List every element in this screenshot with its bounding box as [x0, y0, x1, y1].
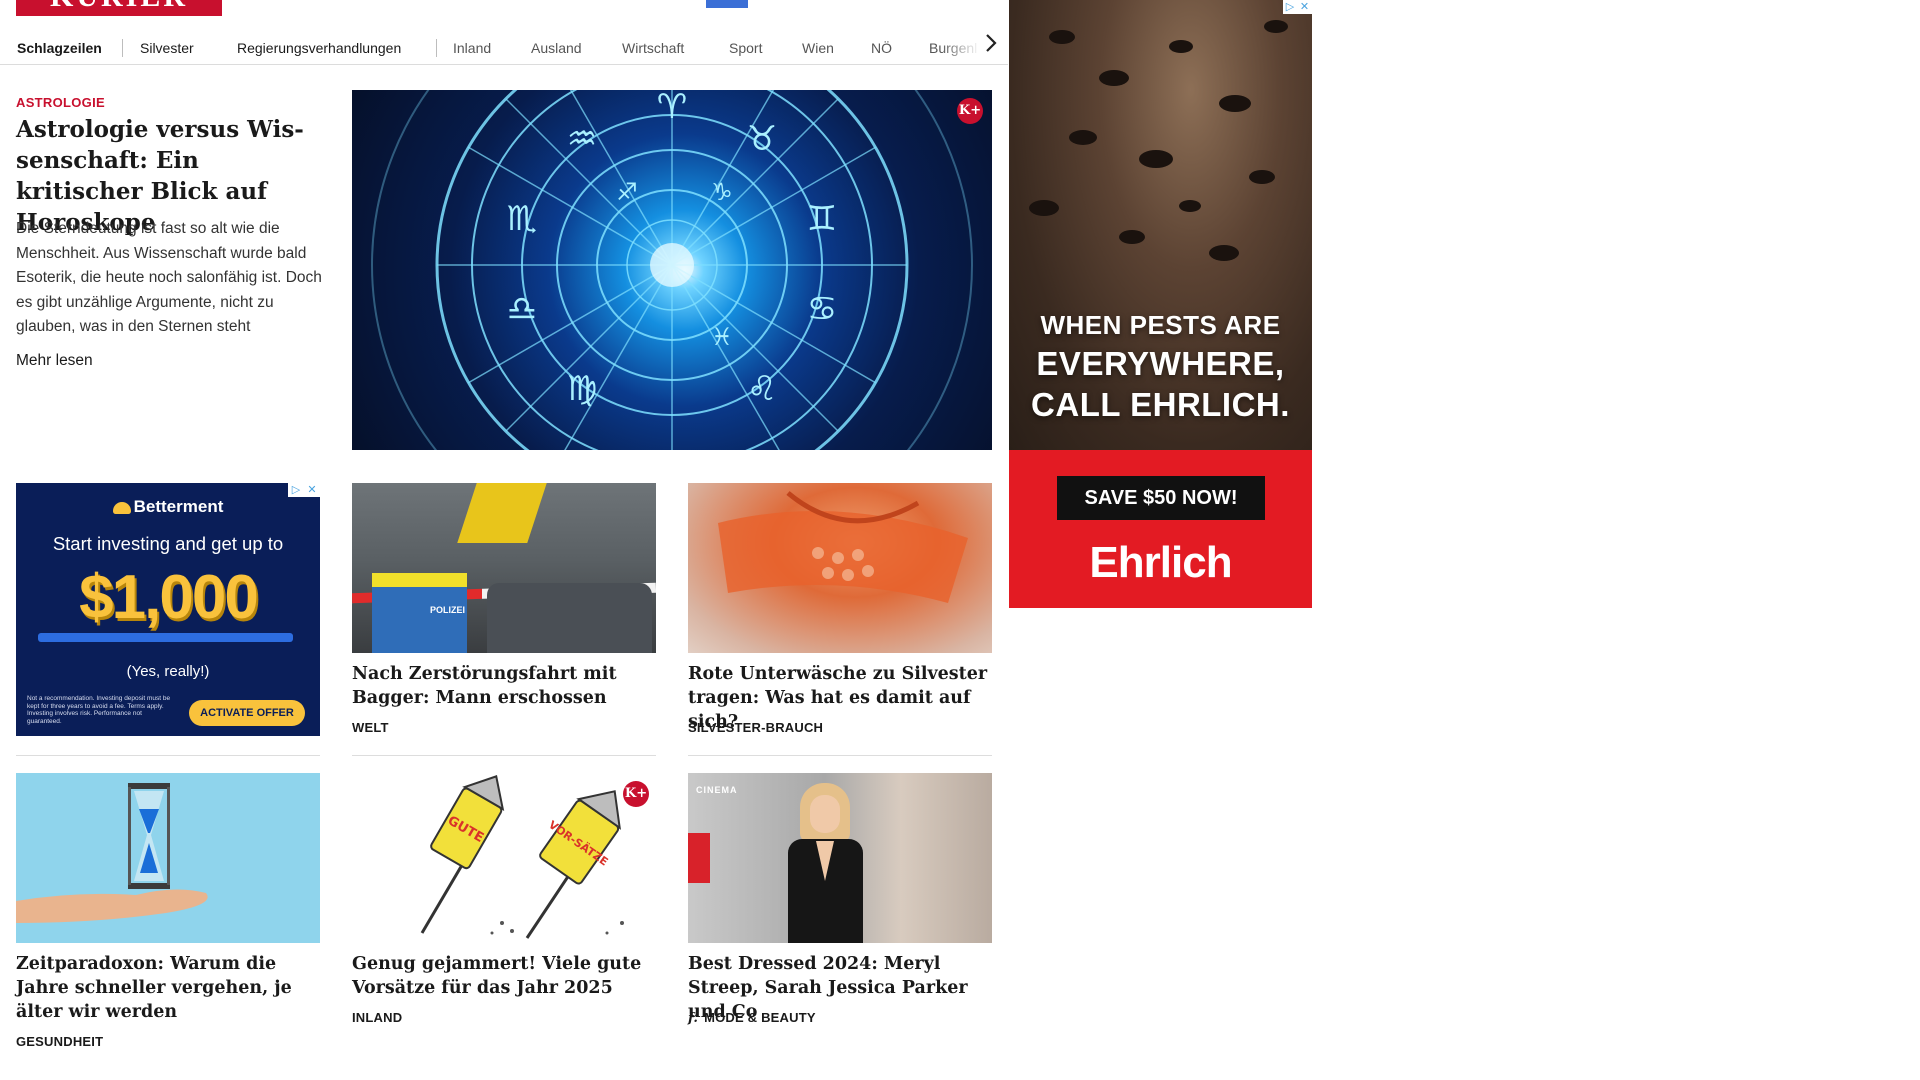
svg-text:♈: ♈	[657, 90, 687, 127]
nav-scroll-right-icon[interactable]	[976, 32, 1006, 62]
site-logo[interactable]: KURIER	[16, 0, 222, 16]
ant-shape	[1219, 95, 1251, 112]
ant-shape	[1119, 230, 1145, 244]
lead-kicker[interactable]: ASTROLOGIE	[16, 95, 105, 110]
ant-shape	[1069, 130, 1097, 145]
adchoices-icon[interactable]: ▷	[288, 483, 304, 497]
activate-offer-button[interactable]: ACTIVATE OFFER	[189, 700, 305, 726]
nav-item-inland[interactable]: Inland	[453, 40, 491, 56]
ant-shape	[1029, 200, 1059, 216]
svg-text:♏: ♏	[507, 199, 537, 239]
cinema-backdrop-text: CINEMA	[696, 785, 738, 795]
hourglass-hand-graphic	[16, 783, 208, 923]
excavator-shape	[457, 483, 547, 543]
nav-separator	[436, 39, 437, 57]
nav-item-regierungsverhandlungen[interactable]: Regierungsverhandlungen	[237, 40, 401, 56]
svg-text:♐: ♐	[616, 178, 638, 206]
svg-text:♍: ♍	[567, 369, 597, 409]
ad-ehrlich[interactable]: ▷ ✕ WHEN PESTS ARE EVERYWHERE, CALL EHRL…	[1009, 0, 1312, 608]
rockets-graphic: GUTE VOR-SÄTZE	[420, 775, 624, 939]
read-more-link[interactable]: Mehr lesen	[16, 352, 93, 370]
betterment-amount: $1,000	[79, 563, 259, 632]
nav-item-ausland[interactable]: Ausland	[531, 40, 582, 56]
ad-close-icon[interactable]: ✕	[1297, 0, 1312, 14]
car-shape	[487, 583, 652, 653]
betterment-platform-bar	[38, 633, 293, 642]
card-category-mode-beauty[interactable]: f. MODE & BEAUTY	[688, 1010, 816, 1026]
card-category-silvester-brauch[interactable]: SILVESTER-BRAUCH	[688, 720, 823, 735]
person-face-shape	[810, 795, 840, 833]
card-title-vorsaetze[interactable]: Genug gejammert! Viele gute Vor­sätze fü…	[352, 952, 656, 1000]
nav-fade	[940, 36, 980, 62]
betterment-fine-print: Not a recommendation. Investing deposit …	[27, 695, 171, 725]
ad-close-icon[interactable]: ✕	[304, 483, 320, 497]
divider	[16, 755, 320, 756]
betterment-headline: Start investing and get up to	[52, 533, 284, 554]
card-image-best-dressed[interactable]: CINEMA	[688, 773, 992, 943]
category-nav: Schlagzeilen Silvester Regierungsverhand…	[0, 26, 1008, 65]
svg-text:♊: ♊	[807, 199, 837, 239]
nav-separator	[122, 39, 123, 57]
card-title-zeitparadoxon[interactable]: Zeitparadoxon: Warum die Jahre schneller…	[16, 952, 320, 1024]
ant-shape	[1249, 170, 1275, 184]
svg-text:♋: ♋	[807, 289, 837, 329]
premium-badge-icon: K+	[623, 781, 649, 807]
fashion-logo-icon: f.	[688, 1011, 699, 1026]
ant-shape	[1209, 245, 1239, 261]
divider	[352, 755, 656, 756]
ad-line-3: CALL EHRLICH.	[1031, 386, 1290, 423]
nav-item-sport[interactable]: Sport	[729, 40, 762, 56]
card-image-hourglass[interactable]	[16, 773, 320, 943]
police-label: POLIZEI	[430, 605, 466, 615]
lace-graphic	[718, 491, 968, 603]
svg-text:♌: ♌	[747, 369, 777, 409]
card-image-red-lingerie[interactable]	[688, 483, 992, 653]
svg-text:♉: ♉	[747, 119, 777, 159]
zodiac-wheel-graphic: ♈ ♉ ♊ ♋ ♌ ♍ ♎ ♏ ♒ ♐ ♑ ♓	[371, 90, 973, 450]
ant-shape	[1179, 200, 1201, 212]
ant-shape	[1099, 70, 1129, 86]
lead-image-zodiac[interactable]: ♈ ♉ ♊ ♋ ♌ ♍ ♎ ♏ ♒ ♐ ♑ ♓ K+	[352, 90, 992, 450]
betterment-sub: (Yes, really!)	[126, 663, 210, 680]
nav-item-wien[interactable]: Wien	[802, 40, 834, 56]
red-backdrop-shape	[688, 833, 710, 883]
ant-shape	[1169, 40, 1193, 53]
ehrlich-logo: Ehrlich	[1089, 538, 1232, 587]
nav-item-schlagzeilen[interactable]: Schlagzeilen	[17, 40, 102, 56]
card-image-vorsaetze[interactable]: GUTE VOR-SÄTZE K+	[352, 773, 656, 943]
ad-betterment[interactable]: ▷ ✕ Betterment Start investing and get u…	[16, 483, 320, 736]
svg-text:♑: ♑	[711, 178, 733, 206]
header-blue-marker	[706, 0, 748, 8]
nav-item-noe[interactable]: NÖ	[871, 40, 892, 56]
divider	[688, 755, 992, 756]
premium-badge-icon: K+	[957, 98, 983, 124]
card-category-inland[interactable]: INLAND	[352, 1010, 402, 1025]
nav-item-silvester[interactable]: Silvester	[140, 40, 194, 56]
ant-shape	[1264, 20, 1288, 33]
save-50-button[interactable]: SAVE $50 NOW!	[1057, 476, 1265, 520]
card-category-welt[interactable]: WELT	[352, 720, 389, 735]
ad-line-1: WHEN PESTS ARE	[1040, 310, 1281, 340]
svg-text:♎: ♎	[507, 289, 537, 329]
lead-teaser: Die Sterndeutung ist fast so alt wie die…	[16, 220, 322, 335]
card-image-bagger[interactable]: POLIZEI	[352, 483, 656, 653]
betterment-brand: Betterment	[16, 497, 320, 517]
card-category-gesundheit[interactable]: GESUNDHEIT	[16, 1034, 103, 1049]
betterment-logo-icon	[112, 501, 131, 514]
card-title-bagger[interactable]: Nach Zerstörungsfahrt mit Bagger: Mann e…	[352, 662, 656, 710]
nav-item-wirtschaft[interactable]: Wirtschaft	[622, 40, 684, 56]
ant-shape	[1049, 30, 1075, 44]
svg-text:♓: ♓	[711, 323, 733, 351]
ant-shape	[1139, 150, 1173, 168]
svg-text:♒: ♒	[567, 119, 597, 159]
adchoices-icon[interactable]: ▷	[1283, 0, 1297, 14]
ad-line-2: EVERYWHERE,	[1036, 345, 1285, 382]
